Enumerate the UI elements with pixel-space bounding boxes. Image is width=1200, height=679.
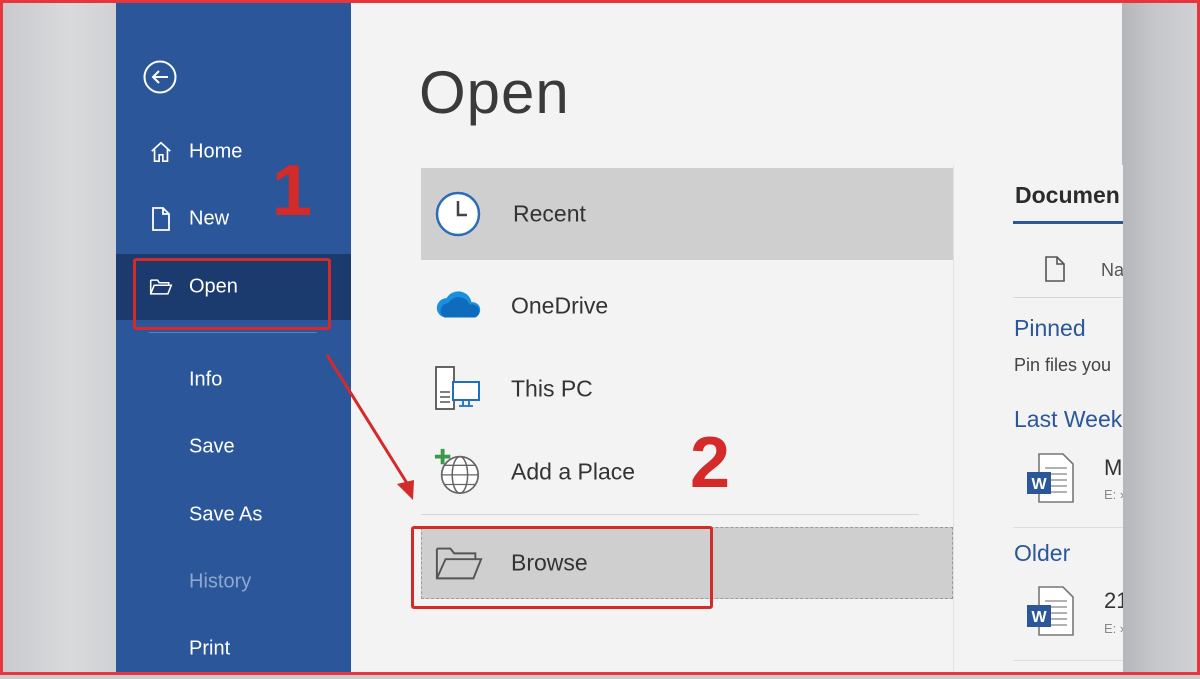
section-last-week: Last Week xyxy=(1014,406,1123,432)
location-label: Add a Place xyxy=(511,458,636,485)
sidebar-item-save-as[interactable]: Save As xyxy=(116,485,351,545)
back-arrow-icon[interactable] xyxy=(143,60,177,94)
sidebar-item-label: New xyxy=(189,207,230,230)
sidebar-item-label: Print xyxy=(189,637,231,660)
documents-panel: Documen Na Pinned Pin files you Last Wee… xyxy=(953,165,1123,675)
sidebar-item-new[interactable]: New xyxy=(116,189,351,249)
background-left xyxy=(0,0,116,675)
backstage-sidebar: Home New Open Info Save Save As History … xyxy=(116,0,351,675)
file-header-icon xyxy=(1044,255,1066,288)
document-name[interactable]: M xyxy=(1104,455,1122,481)
page-title: Open xyxy=(419,59,570,126)
row-divider xyxy=(1013,527,1123,528)
background-right xyxy=(1122,0,1200,675)
tab-underline xyxy=(1013,221,1123,224)
document-name[interactable]: 21 xyxy=(1104,588,1123,614)
pinned-hint: Pin files you xyxy=(1014,355,1112,375)
highlight-browse-box xyxy=(411,526,713,609)
clock-icon xyxy=(433,189,483,239)
highlight-open-box xyxy=(133,258,331,330)
svg-text:W: W xyxy=(1031,609,1047,626)
tab-documents[interactable]: Documen xyxy=(1015,182,1120,209)
column-header-name[interactable]: Na xyxy=(1101,260,1123,281)
sidebar-item-label: History xyxy=(189,570,252,593)
sidebar-divider xyxy=(149,332,317,333)
new-document-icon xyxy=(149,206,173,232)
add-place-globe-icon xyxy=(433,447,483,497)
location-label: Recent xyxy=(513,200,586,227)
sidebar-item-print[interactable]: Print xyxy=(116,619,351,679)
section-pinned: Pinned xyxy=(1014,315,1086,341)
sidebar-item-label: Save As xyxy=(189,503,263,526)
word-document-icon: W xyxy=(1025,585,1075,642)
sidebar-item-label: Info xyxy=(189,368,223,391)
location-divider xyxy=(421,514,919,515)
location-label: OneDrive xyxy=(511,292,609,319)
location-recent[interactable]: Recent xyxy=(421,168,953,260)
annotation-step-2: 2 xyxy=(690,423,731,503)
document-path: E: » xyxy=(1104,487,1123,502)
sidebar-item-label: Save xyxy=(189,435,235,458)
sidebar-item-info[interactable]: Info xyxy=(116,350,351,410)
section-older: Older xyxy=(1014,540,1071,566)
svg-text:W: W xyxy=(1031,476,1047,493)
home-icon xyxy=(149,139,173,165)
sidebar-item-label: Home xyxy=(189,140,243,163)
location-this-pc[interactable]: This PC xyxy=(421,345,951,433)
onedrive-cloud-icon xyxy=(433,281,483,331)
computer-icon xyxy=(433,364,483,414)
document-path: E: » xyxy=(1104,621,1123,636)
word-document-icon: W xyxy=(1025,452,1075,509)
location-label: This PC xyxy=(511,375,593,402)
sidebar-item-home[interactable]: Home xyxy=(116,122,351,182)
annotation-step-1: 1 xyxy=(272,151,313,231)
location-onedrive[interactable]: OneDrive xyxy=(421,262,951,350)
sidebar-item-history: History xyxy=(116,552,351,612)
sidebar-item-save[interactable]: Save xyxy=(116,417,351,477)
location-add-a-place[interactable]: Add a Place xyxy=(421,428,951,516)
header-divider xyxy=(1013,297,1123,298)
row-divider xyxy=(1013,660,1123,661)
